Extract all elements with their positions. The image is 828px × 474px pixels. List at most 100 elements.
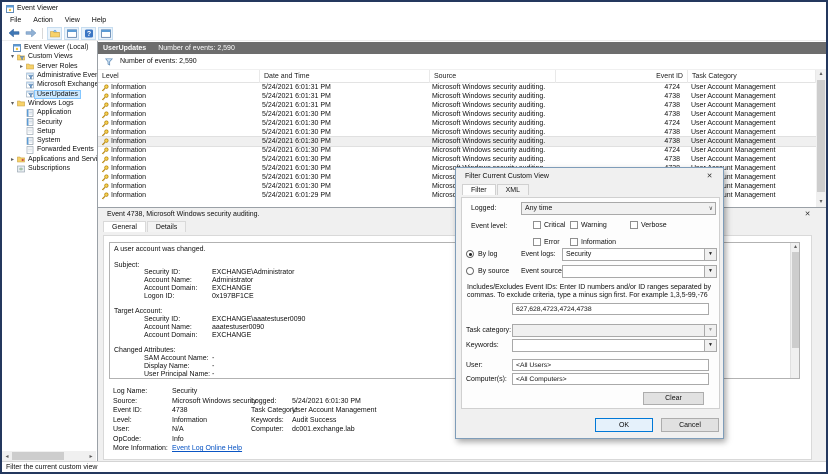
event-date-cell: 5/24/2021 6:01:29 PM xyxy=(262,191,428,200)
sidebar-item-userupdates[interactable]: UserUpdates xyxy=(2,89,97,98)
expand-icon[interactable]: ▸ xyxy=(8,156,17,163)
table-row[interactable]: Information5/24/2021 6:01:30 PMMicrosoft… xyxy=(98,146,816,155)
tab-details[interactable]: Details xyxy=(147,221,186,232)
scroll-up-icon[interactable]: ▴ xyxy=(816,71,826,78)
close-preview-icon[interactable]: ✕ xyxy=(803,210,812,219)
sidebar-item-subscriptions[interactable]: Subscriptions xyxy=(2,164,97,173)
clear-button[interactable]: Clear xyxy=(643,392,704,405)
scroll-up-icon[interactable]: ▴ xyxy=(791,244,800,251)
scroll-left-icon[interactable]: ◂ xyxy=(2,453,12,460)
table-row[interactable]: Information5/24/2021 6:01:30 PMMicrosoft… xyxy=(98,155,816,164)
event-log-icon xyxy=(26,109,35,117)
checkbox-information[interactable] xyxy=(570,238,578,246)
sidebar-item-windows-logs[interactable]: ▾Windows Logs xyxy=(2,99,97,108)
table-row[interactable]: Information5/24/2021 6:01:30 PMMicrosoft… xyxy=(98,128,816,137)
column-header-label: Level xyxy=(102,73,119,80)
column-header-task-category[interactable]: Task Category xyxy=(688,70,816,83)
menu-help[interactable]: Help xyxy=(86,16,112,25)
sidebar-item-administrative-events[interactable]: Administrative Events xyxy=(2,71,97,80)
scrollbar-thumb[interactable] xyxy=(817,80,825,192)
table-row[interactable]: Information5/24/2021 6:01:30 PMMicrosoft… xyxy=(98,110,816,119)
dropdown-arrow-icon[interactable]: ▼ xyxy=(704,340,716,351)
column-header-source[interactable]: Source xyxy=(430,70,556,83)
sidebar-item-forwarded-events[interactable]: Forwarded Events xyxy=(2,145,97,154)
collapse-icon[interactable]: ▾ xyxy=(8,100,17,107)
console-tree: Event Viewer (Local)▾Custom Views▸Server… xyxy=(2,43,97,173)
user-input[interactable] xyxy=(512,359,709,371)
table-row[interactable]: Information5/24/2021 6:01:30 PMMicrosoft… xyxy=(98,119,816,128)
sidebar-item-system[interactable]: System xyxy=(2,136,97,145)
help-button[interactable]: ? xyxy=(81,27,96,40)
dialog-close-icon[interactable]: ✕ xyxy=(705,172,714,181)
menu-action[interactable]: Action xyxy=(27,16,58,25)
audit-success-key-icon xyxy=(101,165,109,173)
sidebar-item-custom-views[interactable]: ▾ Custom Views xyxy=(2,52,97,61)
cancel-button[interactable]: Cancel xyxy=(661,418,719,432)
event-task-category-cell: User Account Management xyxy=(691,137,816,146)
sidebar-item-security[interactable]: Security xyxy=(2,117,97,126)
column-header-date-and-time[interactable]: Date and Time xyxy=(260,70,430,83)
event-log-online-help-link[interactable]: Event Log Online Help xyxy=(172,445,242,452)
description-scrollbar[interactable]: ▴ xyxy=(790,243,799,378)
column-header-level[interactable]: Level xyxy=(98,70,260,83)
sidebar-item-application[interactable]: Application xyxy=(2,108,97,117)
tree-item-label: Administrative Events xyxy=(35,72,97,79)
table-row[interactable]: Information5/24/2021 6:01:31 PMMicrosoft… xyxy=(98,101,816,110)
dialog-tab-xml[interactable]: XML xyxy=(497,184,529,195)
checkbox-error[interactable] xyxy=(533,238,541,246)
sidebar-item-event-viewer-local[interactable]: Event Viewer (Local) xyxy=(2,43,97,52)
menu-file[interactable]: File xyxy=(4,16,27,25)
by-log-radio[interactable] xyxy=(466,250,474,258)
column-header-event-id[interactable]: Event ID xyxy=(556,70,688,83)
dropdown-arrow-icon[interactable]: ▼ xyxy=(704,249,716,260)
dropdown-arrow-icon: ▼ xyxy=(704,325,716,336)
summary-label: Source: xyxy=(113,398,137,405)
scroll-down-icon[interactable]: ▾ xyxy=(816,199,826,206)
computer-input[interactable] xyxy=(512,373,709,385)
summary-value: Microsoft Windows security xyxy=(172,398,257,405)
event-logs-value: Security xyxy=(566,251,591,258)
menu-view[interactable]: View xyxy=(59,16,86,25)
table-row[interactable]: Information5/24/2021 6:01:31 PMMicrosoft… xyxy=(98,92,816,101)
sidebar-item-server-roles[interactable]: ▸Server Roles xyxy=(2,62,97,71)
description-field-value: - xyxy=(212,355,214,362)
checkbox-critical[interactable] xyxy=(533,221,541,229)
summary-label: More Information: xyxy=(113,445,168,452)
by-source-radio[interactable] xyxy=(466,267,474,275)
forward-button[interactable] xyxy=(23,27,38,40)
scrollbar-thumb[interactable] xyxy=(792,252,799,348)
collapse-icon[interactable]: ▾ xyxy=(8,53,17,60)
event-id-cell: 4738 xyxy=(556,110,680,119)
dropdown-arrow-icon[interactable]: ▼ xyxy=(704,266,716,277)
logged-combo[interactable]: Any time ∨ xyxy=(521,202,716,215)
sidebar-item-setup[interactable]: Setup xyxy=(2,127,97,136)
scrollbar-thumb[interactable] xyxy=(12,452,64,460)
checkbox-warning[interactable] xyxy=(570,221,578,229)
tree-item-label: Custom Views xyxy=(26,53,75,60)
event-ids-input[interactable] xyxy=(512,303,709,315)
sidebar-item-microsoft-exchange-with[interactable]: Microsoft Exchange with xyxy=(2,80,97,89)
event-sources-combo[interactable]: ▼ xyxy=(562,265,717,278)
tree-item-label: UserUpdates xyxy=(35,91,80,98)
table-row[interactable]: Information5/24/2021 6:01:30 PMMicrosoft… xyxy=(98,137,816,146)
scroll-right-icon[interactable]: ▸ xyxy=(86,453,96,460)
task-category-combo: ▼ xyxy=(512,324,717,337)
properties-window-button[interactable] xyxy=(98,27,113,40)
table-row[interactable]: Information5/24/2021 6:01:31 PMMicrosoft… xyxy=(98,83,816,92)
keywords-combo[interactable]: ▼ xyxy=(512,339,717,352)
dialog-tab-filter[interactable]: Filter xyxy=(462,184,496,195)
audit-success-key-icon xyxy=(101,192,109,200)
sidebar-item-applications-and-services-lo[interactable]: ▸Applications and Services Lo xyxy=(2,155,97,164)
tab-general[interactable]: General xyxy=(103,221,146,232)
event-logs-combo[interactable]: Security ▼ xyxy=(562,248,717,261)
description-field-label: Account Domain: xyxy=(144,332,197,339)
checkbox-verbose[interactable] xyxy=(630,221,638,229)
expand-icon[interactable]: ▸ xyxy=(17,63,26,70)
back-button[interactable] xyxy=(6,27,21,40)
ok-button[interactable]: OK xyxy=(595,418,653,432)
event-level-label: Event level: xyxy=(471,223,507,230)
console-tree-button[interactable] xyxy=(47,27,62,40)
list-vertical-scrollbar[interactable]: ▴ ▾ xyxy=(816,70,826,207)
tree-horizontal-scrollbar[interactable]: ◂ ▸ xyxy=(2,451,96,461)
console-window-button[interactable] xyxy=(64,27,79,40)
